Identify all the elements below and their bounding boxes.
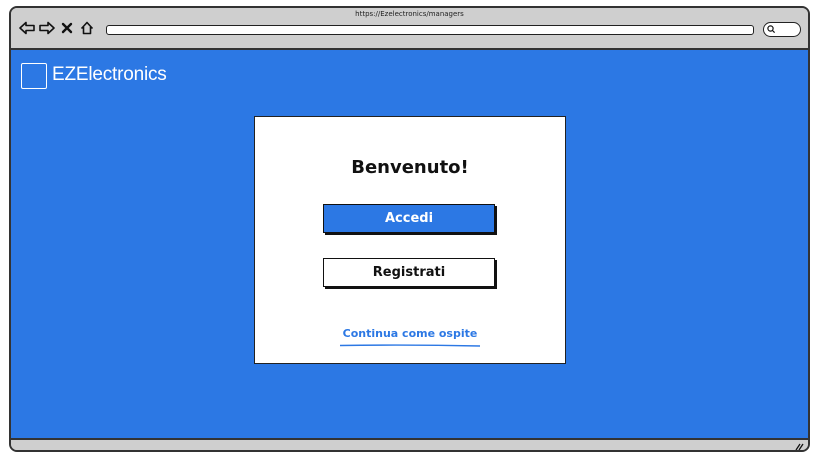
address-bar[interactable] — [106, 25, 754, 35]
page-content: EZElectronics Benvenuto! Accedi Registra… — [11, 50, 808, 438]
welcome-card: Benvenuto! Accedi Registrati Continua co… — [254, 116, 566, 364]
forward-arrow-icon[interactable] — [39, 20, 55, 36]
search-icon — [767, 25, 775, 33]
home-icon[interactable] — [79, 20, 95, 36]
resize-grip-icon[interactable] — [794, 442, 804, 451]
browser-search[interactable] — [763, 22, 801, 37]
browser-toolbar: https://Ezelectronics/managers — [11, 8, 808, 50]
guest-link-underline — [339, 344, 481, 347]
browser-nav — [19, 19, 95, 37]
close-icon[interactable] — [59, 20, 75, 36]
back-arrow-icon[interactable] — [19, 20, 35, 36]
browser-window: https://Ezelectronics/managers EZElectro… — [9, 6, 810, 452]
status-bar — [11, 438, 808, 451]
brand-name[interactable]: EZElectronics — [52, 64, 167, 86]
guest-link[interactable]: Continua come ospite — [255, 327, 565, 340]
logo-placeholder[interactable] — [21, 63, 47, 89]
welcome-title: Benvenuto! — [351, 157, 469, 178]
login-button[interactable]: Accedi — [323, 204, 495, 233]
register-button[interactable]: Registrati — [323, 258, 495, 287]
page-url: https://Ezelectronics/managers — [355, 10, 464, 18]
